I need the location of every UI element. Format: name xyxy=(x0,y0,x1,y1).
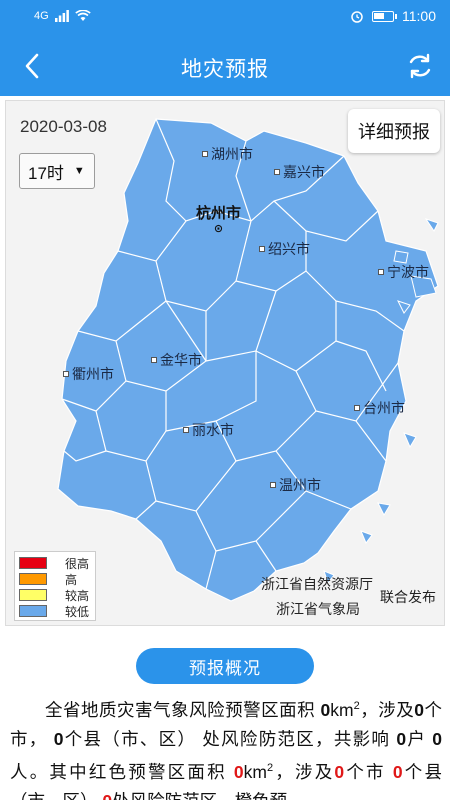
refresh-button[interactable] xyxy=(402,48,438,84)
caret-down-icon: ▼ xyxy=(73,165,85,177)
forecast-date: 2020-03-08 xyxy=(20,117,107,136)
refresh-icon xyxy=(409,53,431,79)
city-label-shaoxing[interactable]: 绍兴市 xyxy=(259,239,310,259)
overview-button[interactable]: 预报概况 xyxy=(136,648,314,684)
page-title: 地灾预报 xyxy=(181,58,269,81)
city-label-taizhou[interactable]: 台州市 xyxy=(354,398,405,418)
city-label-wenzhou[interactable]: 温州市 xyxy=(270,475,321,495)
hour-select[interactable]: 17时 ▼ xyxy=(19,153,95,189)
legend-swatch xyxy=(19,605,47,617)
city-marker-icon xyxy=(202,151,208,157)
risk-map[interactable]: 2020-03-08 17时 ▼ 详细预报 湖州市 嘉兴市 杭州市 ⊙ 绍兴市 宁… xyxy=(5,100,445,626)
signal-icon xyxy=(54,10,69,22)
publisher-weather: 浙江省气象局 xyxy=(276,601,360,617)
capital-marker-icon: ⊙ xyxy=(213,223,224,235)
app-bar: 地灾预报 xyxy=(0,36,450,96)
legend-item: 较高 xyxy=(19,587,91,603)
city-marker-icon xyxy=(354,405,360,411)
network-type: 4G xyxy=(34,10,49,22)
legend-swatch xyxy=(19,589,47,601)
battery-icon xyxy=(372,10,397,22)
legend-item: 高 xyxy=(19,571,91,587)
status-left: 4G xyxy=(34,10,91,22)
wifi-icon xyxy=(75,10,91,21)
city-label-jiaxing[interactable]: 嘉兴市 xyxy=(274,162,325,182)
city-marker-icon xyxy=(63,371,69,377)
battery-level xyxy=(374,12,384,19)
city-label-lishui[interactable]: 丽水市 xyxy=(183,420,234,440)
city-marker-icon xyxy=(259,246,265,252)
publish-suffix: 联合发布 xyxy=(380,589,436,605)
legend-swatch xyxy=(19,557,47,569)
city-marker-icon xyxy=(270,482,276,488)
city-label-hangzhou[interactable]: 杭州市 ⊙ xyxy=(196,202,241,235)
city-marker-icon xyxy=(274,169,280,175)
city-label-jinhua[interactable]: 金华市 xyxy=(151,350,202,370)
city-label-ningbo[interactable]: 宁波市 xyxy=(378,262,429,282)
legend-swatch xyxy=(19,573,47,585)
map-legend: 很高 高 较高 较低 xyxy=(14,551,96,621)
city-label-huzhou[interactable]: 湖州市 xyxy=(202,144,253,164)
city-marker-icon xyxy=(151,357,157,363)
publisher-resources: 浙江省自然资源厅 xyxy=(261,576,373,592)
province-shape xyxy=(57,118,439,602)
forecast-summary: 全省地质灾害气象风险预警区面积 0km2，涉及0个市， 0个县（市、区） 处风险… xyxy=(10,699,442,800)
alarm-icon xyxy=(351,11,363,23)
city-label-quzhou[interactable]: 衢州市 xyxy=(63,364,114,384)
legend-item: 较低 xyxy=(19,603,91,619)
status-right: 11:00 xyxy=(350,8,436,24)
hour-select-value: 17时 xyxy=(28,163,64,183)
clock: 11:00 xyxy=(402,8,436,24)
detail-forecast-button[interactable]: 详细预报 xyxy=(348,109,440,153)
legend-item: 很高 xyxy=(19,555,91,571)
city-marker-icon xyxy=(378,269,384,275)
status-bar: 4G 11:00 xyxy=(0,0,450,36)
city-marker-icon xyxy=(183,427,189,433)
